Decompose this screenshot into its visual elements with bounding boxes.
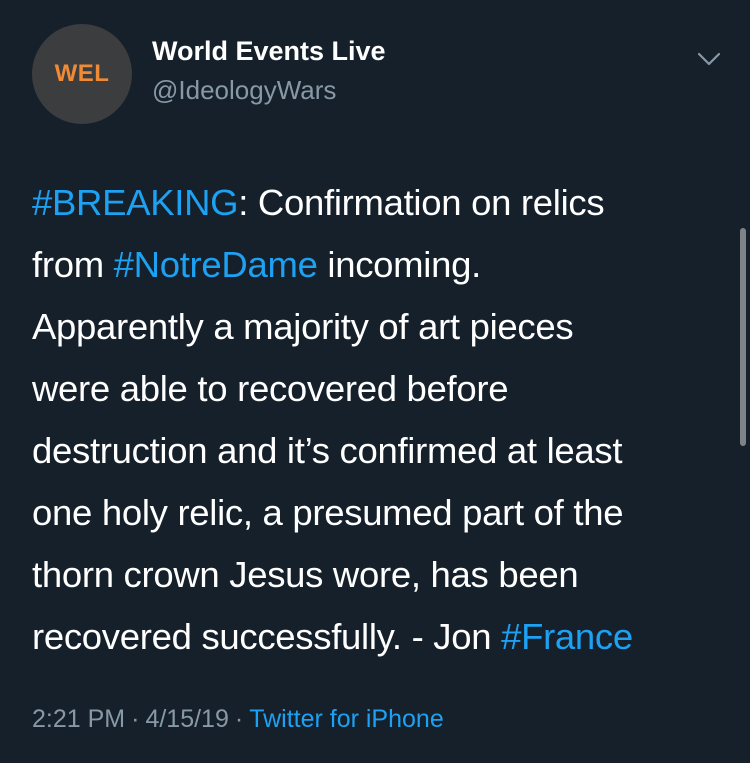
tweet-time[interactable]: 2:21 PM	[32, 705, 125, 733]
tweet-metadata: 2:21 PM · 4/15/19 · Twitter for iPhone	[32, 705, 444, 734]
tweet-text-line: one holy relic, a presumed part of the	[32, 482, 732, 544]
chevron-down-icon	[697, 52, 721, 66]
tweet-text-segment: destruction and it’s confirmed at least	[32, 430, 623, 471]
hashtag-link[interactable]: #France	[501, 616, 633, 657]
tweet-container: WEL World Events Live @IdeologyWars #BRE…	[0, 0, 750, 763]
tweet-text: #BREAKING: Confirmation on relics from #N…	[32, 172, 732, 668]
tweet-text-segment: incoming.	[317, 244, 481, 285]
avatar-logo-text: WEL	[54, 60, 110, 87]
tweet-menu-button[interactable]	[694, 44, 724, 74]
tweet-text-segment: thorn crown Jesus wore, has been	[32, 554, 579, 595]
tweet-text-segment: Apparently a majority of art pieces	[32, 306, 574, 347]
hashtag-link[interactable]: #NotreDame	[114, 244, 318, 285]
tweet-text-segment: one holy relic, a presumed part of the	[32, 492, 624, 533]
tweet-text-line: recovered successfully. - Jon #France	[32, 606, 732, 668]
scrollbar[interactable]	[740, 228, 746, 446]
tweet-text-line: destruction and it’s confirmed at least	[32, 420, 732, 482]
user-handle[interactable]: @IdeologyWars	[152, 75, 336, 106]
avatar[interactable]: WEL	[32, 24, 132, 124]
tweet-date[interactable]: 4/15/19	[145, 705, 228, 733]
hashtag-link[interactable]: #BREAKING	[32, 182, 239, 223]
tweet-text-segment: recovered successfully. - Jon	[32, 616, 502, 657]
tweet-text-line: from #NotreDame incoming.	[32, 234, 732, 296]
tweet-text-segment: were able to recovered before	[32, 368, 509, 409]
tweet-text-line: #BREAKING: Confirmation on relics	[32, 172, 732, 234]
tweet-text-line: were able to recovered before	[32, 358, 732, 420]
tweet-text-segment: from	[32, 244, 114, 285]
separator-dot: ·	[234, 705, 244, 733]
tweet-text-line: thorn crown Jesus wore, has been	[32, 544, 732, 606]
tweet-text-segment: : Confirmation on relics	[238, 182, 605, 223]
source-link[interactable]: Twitter for iPhone	[249, 705, 444, 733]
display-name[interactable]: World Events Live	[152, 36, 386, 67]
separator-dot: ·	[131, 705, 140, 733]
tweet-text-line: Apparently a majority of art pieces	[32, 296, 732, 358]
